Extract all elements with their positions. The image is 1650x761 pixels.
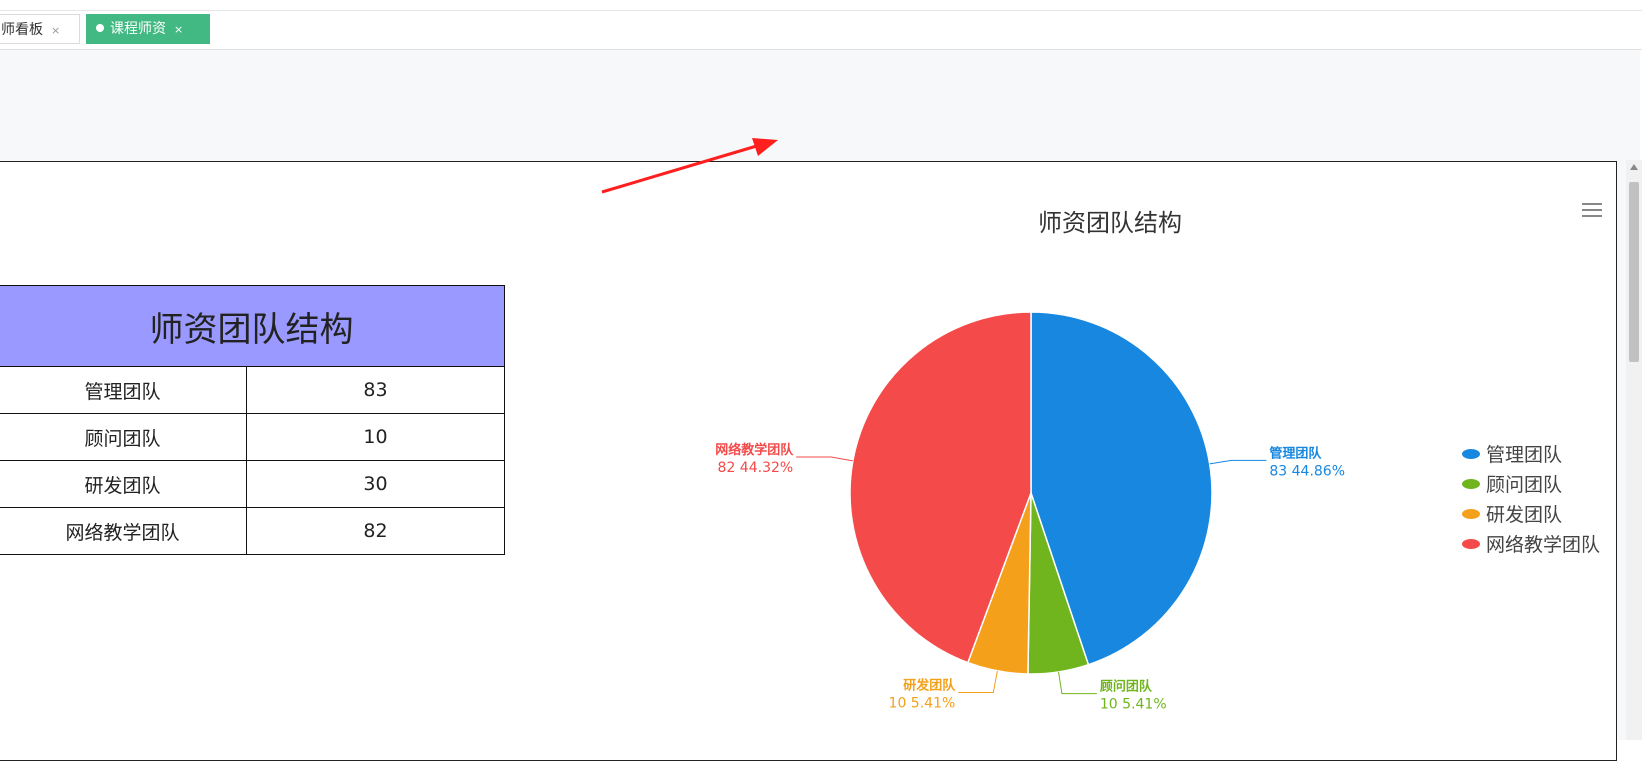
window-edge [1642, 0, 1650, 740]
chart-legend: 管理团队顾问团队研发团队网络教学团队 [1462, 440, 1600, 560]
slice-label-value: 83 44.86% [1269, 463, 1345, 479]
slice-label-name: 研发团队 [903, 677, 956, 693]
legend-item[interactable]: 网络教学团队 [1462, 530, 1600, 560]
label-leader-line [1209, 459, 1267, 465]
scrollbar-thumb[interactable] [1629, 182, 1639, 362]
legend-marker-icon [1462, 479, 1480, 489]
label-leader-line [796, 456, 853, 462]
legend-label: 研发团队 [1486, 504, 1563, 526]
legend-marker-icon [1462, 449, 1480, 459]
slice-label-value: 10 5.41% [889, 695, 956, 711]
legend-item[interactable]: 顾问团队 [1462, 470, 1600, 500]
slice-label-name: 网络教学团队 [715, 442, 794, 458]
legend-marker-icon [1462, 539, 1480, 549]
hamburger-menu-icon[interactable] [1582, 203, 1602, 219]
legend-label: 管理团队 [1486, 444, 1563, 466]
label-leader-line [958, 670, 998, 693]
vertical-scrollbar[interactable] [1626, 160, 1642, 740]
slice-label-value: 10 5.41% [1100, 697, 1167, 713]
legend-marker-icon [1462, 509, 1480, 519]
legend-item[interactable]: 管理团队 [1462, 440, 1600, 470]
slice-label-name: 顾问团队 [1100, 679, 1153, 695]
pie-chart: 师资团队结构 管理团队 83 44.86% 顾问团队 10 5.41% 研发团队 10 5… [715, 209, 1345, 713]
legend-item[interactable]: 研发团队 [1462, 500, 1600, 530]
slice-label-value: 82 44.32% [718, 460, 794, 476]
legend-label: 顾问团队 [1486, 474, 1563, 496]
chart-title: 师资团队结构 [1038, 209, 1182, 237]
legend-label: 网络教学团队 [1486, 534, 1601, 556]
scroll-up-arrow-icon[interactable] [1630, 164, 1638, 170]
slice-label-name: 管理团队 [1269, 445, 1322, 461]
label-leader-line [1058, 671, 1097, 695]
